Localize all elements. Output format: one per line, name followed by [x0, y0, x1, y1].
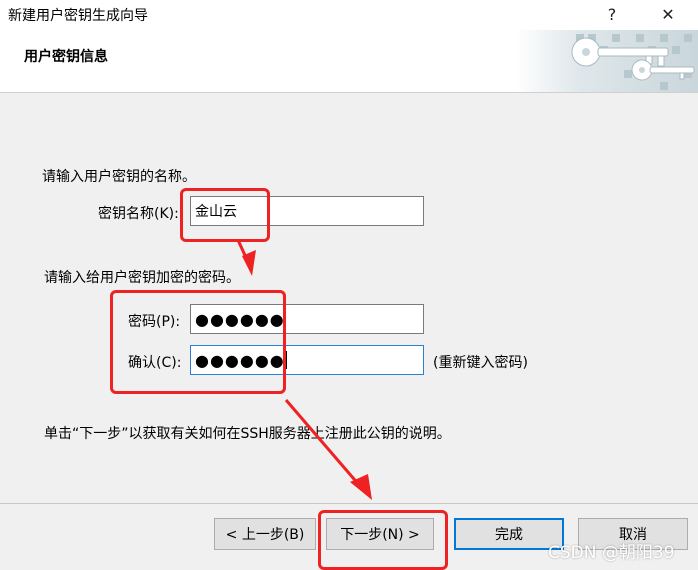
confirm-hint: (重新键入密码) — [433, 355, 528, 371]
title-bar: 新建用户密钥生成向导 ? ✕ — [0, 0, 698, 30]
wizard-header: 用户密钥信息 — [0, 30, 698, 93]
password-prompt: 请输入给用户密钥加密的密码。 — [44, 270, 240, 286]
help-button[interactable]: ? — [592, 2, 632, 28]
key-icon — [516, 30, 698, 92]
name-annotation-box — [180, 188, 270, 242]
key-name-label: 密钥名称(K): — [98, 206, 179, 222]
watermark: CSDN @朝阳39 — [548, 543, 675, 563]
page-title: 用户密钥信息 — [24, 49, 108, 65]
instruction-text: 单击“下一步”以获取有关如何在SSH服务器上注册此公钥的说明。 — [44, 426, 451, 442]
window-title: 新建用户密钥生成向导 — [8, 8, 148, 24]
close-button[interactable]: ✕ — [648, 2, 688, 28]
name-prompt: 请输入用户密钥的名称。 — [42, 169, 196, 185]
back-button[interactable]: < 上一步(B) — [214, 518, 316, 550]
password-annotation-box — [110, 290, 286, 394]
divider — [0, 503, 698, 504]
next-annotation-box — [318, 510, 448, 570]
